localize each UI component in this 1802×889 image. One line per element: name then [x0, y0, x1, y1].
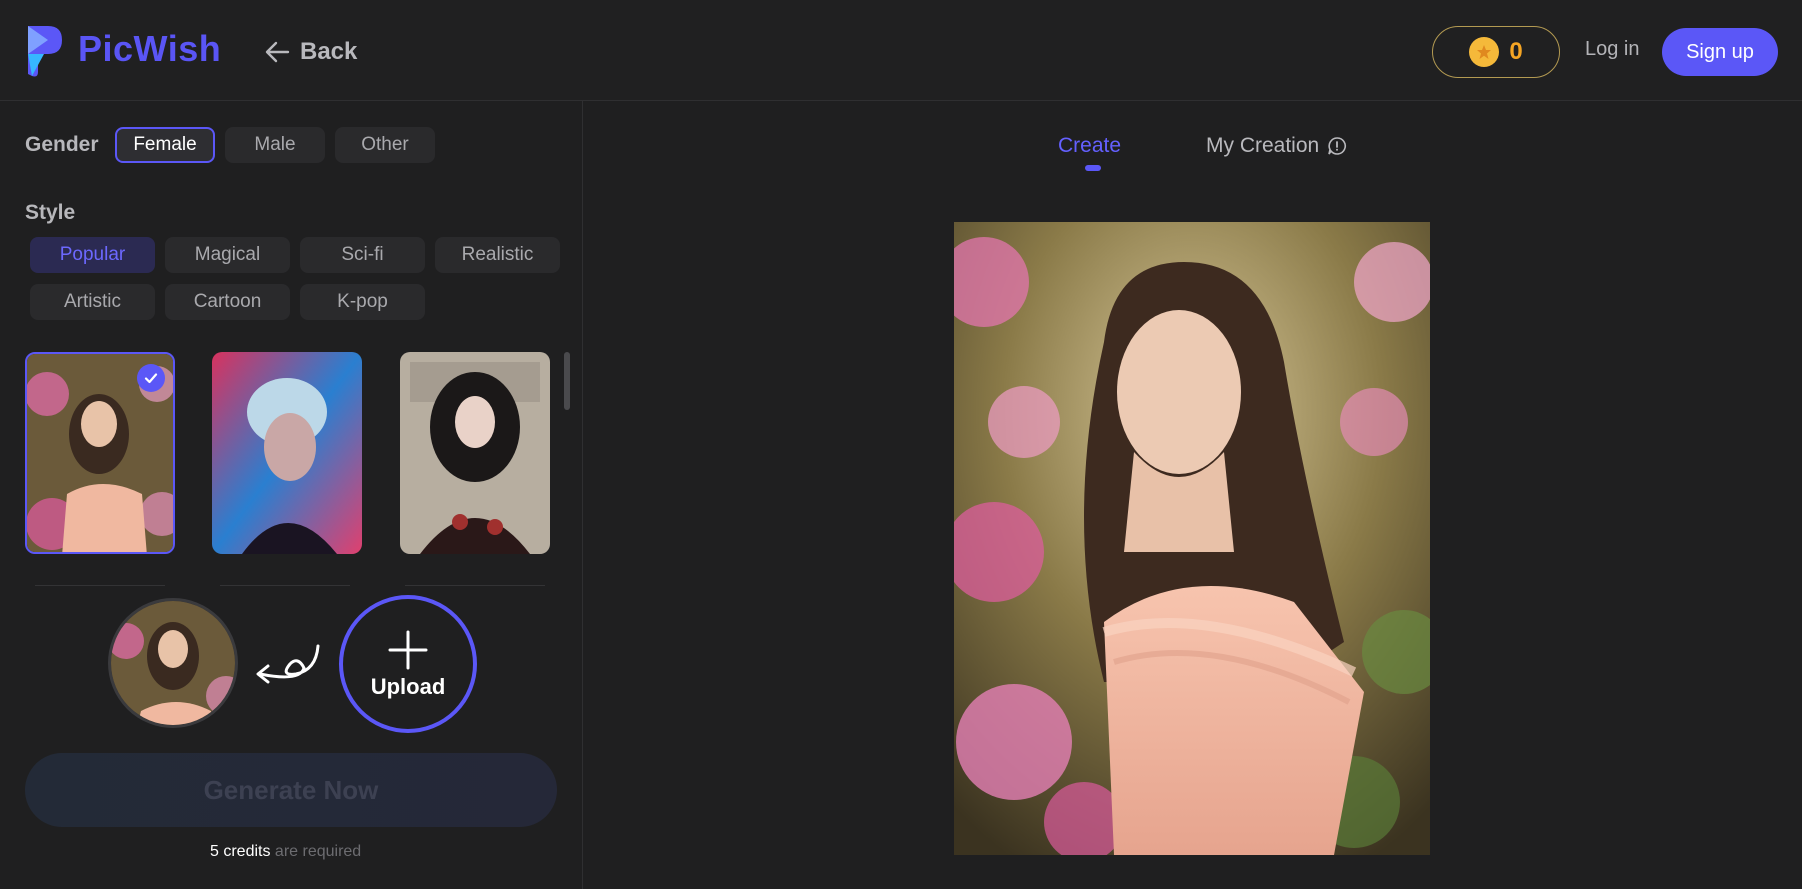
tab-my-creation[interactable]: My Creation	[1206, 134, 1347, 158]
divider	[35, 585, 165, 586]
template-thumbnail-3[interactable]	[400, 352, 550, 554]
style-realistic-tab[interactable]: Realistic	[435, 237, 560, 273]
generate-now-button[interactable]: Generate Now	[25, 753, 557, 827]
preview-image	[954, 222, 1430, 855]
upload-label: Upload	[370, 674, 446, 699]
upload-button[interactable]: Upload	[339, 595, 477, 733]
avatar-portrait-image	[111, 601, 235, 725]
style-label: Style	[25, 201, 76, 224]
credits-required-text: are required	[270, 843, 362, 860]
selected-check-icon	[137, 364, 165, 392]
tab-create[interactable]: Create	[1058, 134, 1121, 158]
portrait-preview-image	[954, 222, 1430, 855]
chat-bubble-icon	[1328, 137, 1347, 155]
credits-required-note: 5 credits are required	[210, 843, 361, 861]
template-thumbnail-1[interactable]	[25, 352, 175, 554]
selected-template-avatar	[108, 598, 238, 728]
picwish-logo-icon[interactable]	[22, 22, 66, 80]
login-link[interactable]: Log in	[1585, 38, 1640, 61]
back-label: Back	[300, 38, 358, 65]
gender-label: Gender	[25, 133, 99, 156]
swap-arrow-icon	[256, 644, 320, 684]
style-magical-tab[interactable]: Magical	[165, 237, 290, 273]
style-cartoon-tab[interactable]: Cartoon	[165, 284, 290, 320]
tab-create-label: Create	[1058, 134, 1122, 157]
gender-male-option[interactable]: Male	[225, 127, 325, 163]
coin-icon	[1469, 37, 1500, 67]
active-tab-indicator	[1085, 165, 1101, 171]
credits-required-count: 5 credits	[210, 843, 271, 860]
divider	[405, 585, 545, 586]
signup-button[interactable]: Sign up	[1662, 28, 1778, 76]
credits-badge[interactable]: 0	[1432, 26, 1560, 78]
style-popular-tab[interactable]: Popular	[30, 237, 155, 273]
thumbnail-scrollbar[interactable]	[564, 352, 570, 410]
style-kpop-tab[interactable]: K-pop	[300, 284, 425, 320]
tab-my-creation-label: My Creation	[1206, 134, 1320, 157]
credits-count: 0	[1509, 38, 1523, 65]
style-artistic-tab[interactable]: Artistic	[30, 284, 155, 320]
gender-other-option[interactable]: Other	[335, 127, 435, 163]
portrait-neon-image	[212, 352, 362, 554]
brand-name[interactable]: PicWish	[78, 28, 221, 70]
style-scifi-tab[interactable]: Sci-fi	[300, 237, 425, 273]
back-button[interactable]: Back	[262, 34, 357, 70]
gender-female-option[interactable]: Female	[115, 127, 215, 163]
top-header: PicWish Back 0 Log in Sign up	[0, 0, 1802, 101]
divider	[220, 585, 350, 586]
template-thumbnail-2[interactable]	[212, 352, 362, 554]
plus-icon	[388, 630, 428, 670]
portrait-gothic-image	[400, 352, 550, 554]
arrow-left-icon	[265, 41, 290, 63]
